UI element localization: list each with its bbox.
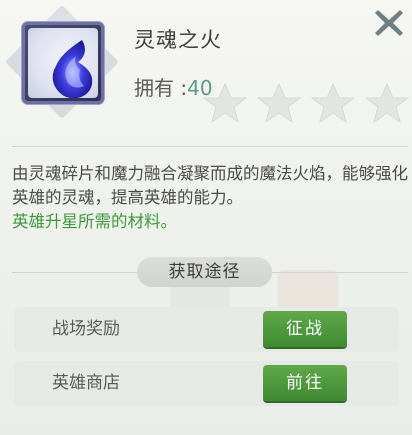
star-rating: [203, 82, 410, 124]
source-row-battlefield: 战场奖励 征战: [14, 307, 399, 352]
description-text: 由灵魂碎片和魔力融合凝聚而成的魔法火焰，能够强化英雄的灵魂，提高英雄的能力。: [12, 164, 408, 207]
star-icon: [256, 82, 302, 124]
source-row-hero-shop: 英雄商店 前往: [14, 361, 399, 406]
star-icon: [203, 82, 248, 124]
item-description: 由灵魂碎片和魔力融合凝聚而成的魔法火焰，能够强化英雄的灵魂，提高英雄的能力。 英…: [12, 162, 408, 234]
soul-fire-icon: [52, 40, 93, 99]
source-divider-right: [272, 272, 408, 273]
section-divider: [12, 146, 408, 147]
item-name: 灵魂之火: [134, 28, 222, 52]
description-highlight: 英雄升星所需的材料。: [12, 212, 177, 231]
owned-label: 拥有 :: [134, 76, 188, 100]
go-battle-button[interactable]: 征战: [263, 311, 347, 347]
star-icon: [310, 82, 356, 124]
source-label: 英雄商店: [52, 373, 120, 393]
owned-count: 拥有 :40: [134, 72, 213, 101]
go-shop-button[interactable]: 前往: [263, 365, 347, 401]
star-icon: [364, 82, 410, 124]
source-divider-left: [12, 272, 137, 273]
source-header: 获取途径: [137, 257, 272, 287]
source-label: 战场奖励: [52, 319, 120, 339]
close-icon[interactable]: [372, 6, 406, 40]
item-icon-tile: [22, 22, 104, 104]
